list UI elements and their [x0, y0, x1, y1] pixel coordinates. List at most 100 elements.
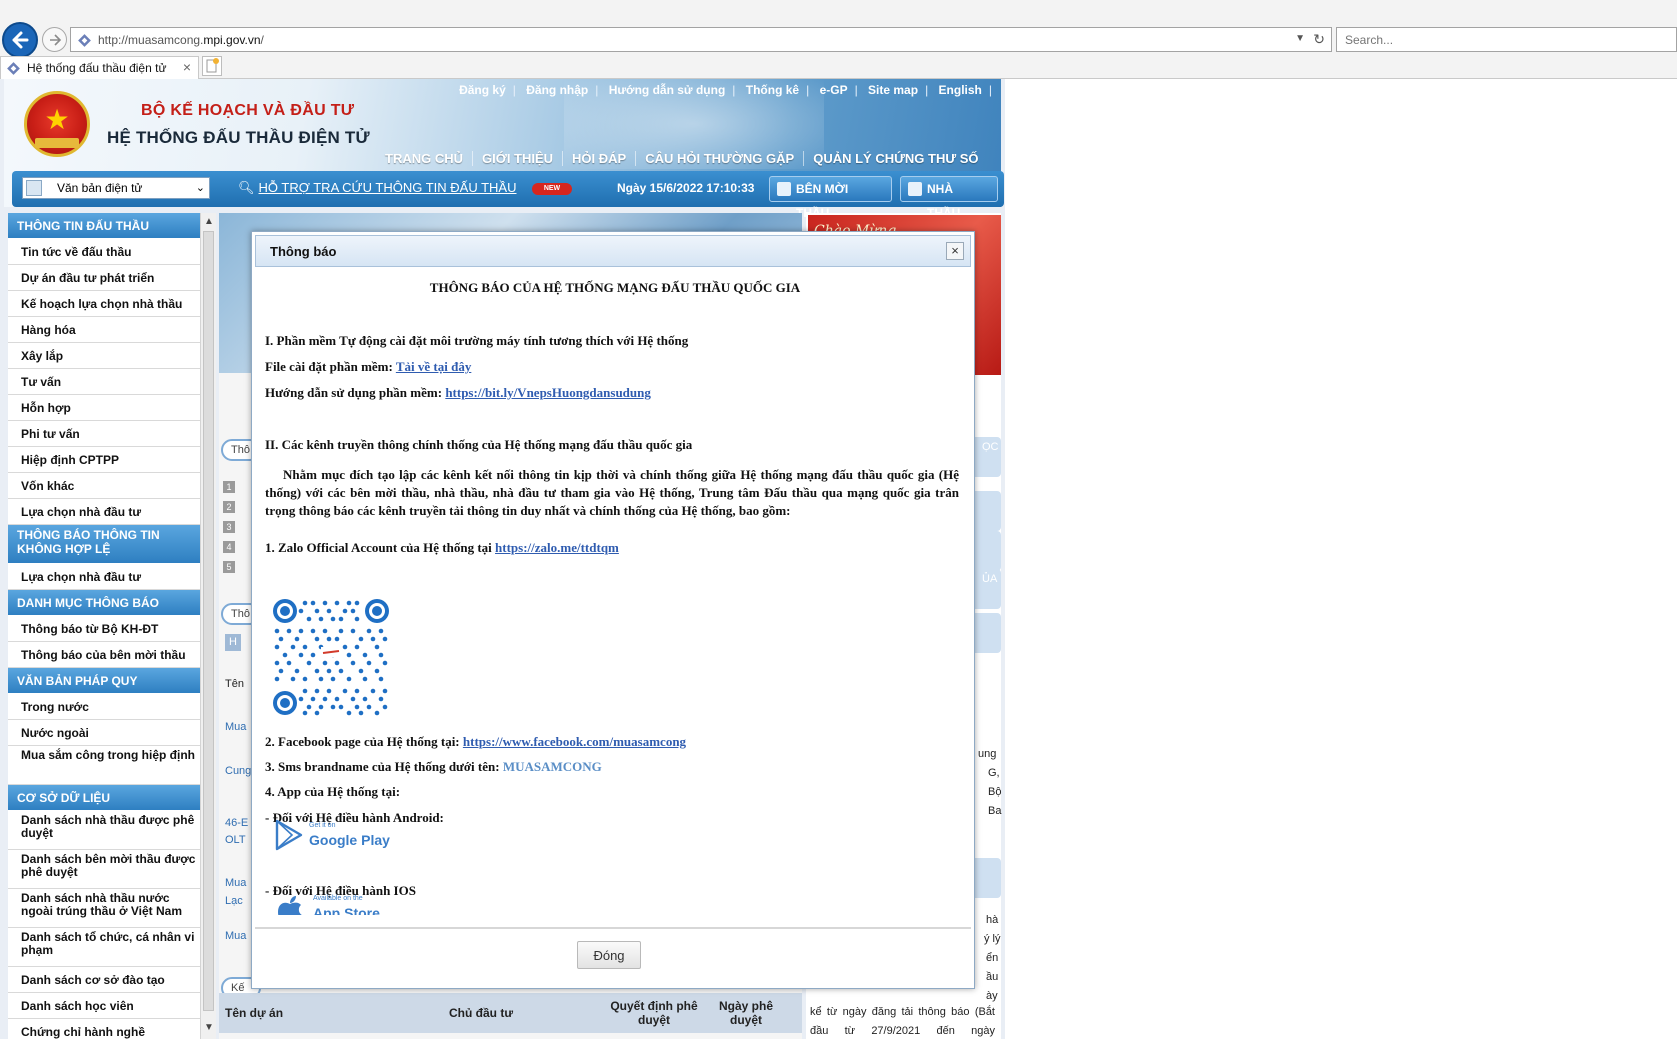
refresh-icon[interactable]: ↻ [1313, 31, 1325, 48]
table-row[interactable]: Mua [225, 875, 246, 892]
table-row[interactable]: 46-E [225, 815, 248, 832]
zalo-label: 1. Zalo Official Account của Hệ thống tạ… [265, 540, 496, 555]
sidebar-item-training-institutions[interactable]: Danh sách cơ sở đào tạo [8, 967, 200, 993]
link-sitemap[interactable]: Site map [868, 83, 918, 97]
sidebar-item-bidding-news[interactable]: Tin tức về đấu thầu [8, 239, 200, 265]
nav-faq[interactable]: CÂU HỎI THƯỜNG GẶP [636, 151, 805, 166]
scrollbar-thumb[interactable] [203, 231, 214, 1011]
right-text: ầu [986, 971, 999, 983]
section-1-title: I. Phần mềm Tự động cài đặt môi trường m… [265, 333, 689, 348]
new-tab-icon [206, 58, 219, 73]
support-lookup-label: HỖ TRỢ TRA CỨU THÔNG TIN ĐẤU THẦU [258, 180, 517, 195]
sidebar-item-contractor-selection-plan[interactable]: Kế hoạch lựa chọn nhà thầu [8, 291, 200, 317]
sms-label: 3. Sms brandname của Hệ thống dưới tên: [265, 759, 503, 774]
search-box[interactable] [1336, 27, 1677, 52]
sidebar-item-investor-selection-invalid[interactable]: Lựa chọn nhà đầu tư [8, 564, 200, 590]
google-play-badge[interactable]: Get it on Google Play [275, 819, 390, 855]
table-row[interactable]: Mua [225, 928, 246, 945]
sidebar-heading-bidding-info[interactable]: THÔNG TIN ĐẤU THẦU [8, 213, 200, 238]
sidebar-heading-database[interactable]: CƠ SỞ DỮ LIỆU [8, 785, 200, 810]
facebook-link[interactable]: https://www.facebook.com/muasamcong [463, 734, 686, 749]
sidebar-item-certificates[interactable]: Chứng chỉ hành nghề [8, 1019, 200, 1039]
col-project-name: Tên dự án [225, 1006, 284, 1020]
handshake-icon [908, 182, 922, 196]
forward-button[interactable] [42, 27, 67, 52]
nav-qa[interactable]: HỎI ĐÁP [563, 151, 637, 166]
sidebar-item-domestic[interactable]: Trong nước [8, 694, 200, 720]
sidebar-item-approved-procuring-entities[interactable]: Danh sách bên mời thầu được phê duyệt [8, 850, 200, 889]
sidebar-item-goods[interactable]: Hàng hóa [8, 317, 200, 343]
sidebar-item-mixed[interactable]: Hỗn hợp [8, 395, 200, 421]
table-row[interactable]: Lạc [225, 893, 243, 910]
close-tab-icon[interactable]: × [183, 59, 191, 75]
chevron-down-icon[interactable]: ▼ [204, 1022, 214, 1033]
sidebar: THÔNG TIN ĐẤU THẦU Tin tức về đấu thầu D… [8, 213, 200, 1039]
table-row[interactable]: Mua [225, 719, 246, 736]
guide-line: Hướng dẫn sử dụng phần mềm: https://bit.… [265, 385, 651, 401]
link-register[interactable]: Đăng ký [459, 83, 506, 97]
sidebar-item-trainees[interactable]: Danh sách học viên [8, 993, 200, 1019]
google-play-caption: Get it on [309, 822, 336, 829]
sidebar-item-non-consulting[interactable]: Phi tư vấn [8, 421, 200, 447]
sidebar-item-investment-projects[interactable]: Dự án đầu tư phát triển [8, 265, 200, 291]
search-input[interactable] [1337, 28, 1676, 51]
sidebar-scrollbar[interactable]: ▲ ▼ [200, 213, 216, 1039]
col-approval-date: Ngày phê duyệt [718, 999, 773, 1027]
link-user-guide[interactable]: Hướng dẫn sử dụng [609, 83, 726, 97]
google-play-label: Google Play [309, 832, 390, 848]
sidebar-item-foreign-contractors[interactable]: Danh sách nhà thầu nước ngoài trúng thầu… [8, 889, 200, 928]
address-bar[interactable]: http://muasamcong.mpi.gov.vn/ ▼ ↻ [70, 27, 1332, 52]
new-tab-button[interactable] [202, 56, 222, 76]
app-store-badge[interactable]: Available on the App Store [275, 894, 380, 915]
nav-certificates[interactable]: QUẢN LÝ CHỨNG THƯ SỐ [804, 151, 987, 166]
sidebar-item-violations[interactable]: Danh sách tổ chức, cá nhân vi phạm [8, 928, 200, 967]
sidebar-heading-legal-docs[interactable]: VĂN BẢN PHÁP QUY [8, 668, 200, 693]
download-link[interactable]: Tải về tại đây [396, 359, 471, 374]
table-row[interactable]: OLT [225, 832, 246, 849]
chevron-up-icon[interactable]: ▲ [204, 216, 214, 227]
close-icon[interactable]: × [946, 242, 964, 260]
sidebar-item-cptpp[interactable]: Hiệp định CPTPP [8, 447, 200, 473]
support-lookup-link[interactable]: 🔍︎ HỖ TRỢ TRA CỨU THÔNG TIN ĐẤU THẦU [238, 180, 516, 196]
document-select[interactable]: Văn bản điện tử ⌄ [22, 177, 210, 199]
site-favicon-icon [78, 34, 91, 47]
current-datetime: Ngày 15/6/2022 17:10:33 [617, 181, 755, 195]
sidebar-item-public-procurement-agreements[interactable]: Mua sắm công trong hiệp định [8, 746, 200, 785]
link-english[interactable]: English [939, 83, 982, 97]
sms-brandname: MUASAMCONG [502, 759, 602, 774]
nav-home[interactable]: TRANG CHỦ [376, 151, 473, 166]
contractor-button[interactable]: NHÀ THẦU [900, 176, 998, 220]
sidebar-heading-invalid-info[interactable]: THÔNG BÁO THÔNG TIN KHÔNG HỢP LỆ [8, 525, 200, 563]
close-button[interactable]: Đóng [577, 941, 641, 969]
sidebar-item-construction[interactable]: Xây lắp [8, 343, 200, 369]
sidebar-item-other-capital[interactable]: Vốn khác [8, 473, 200, 499]
back-button[interactable] [2, 22, 38, 58]
link-statistics[interactable]: Thống kê [746, 83, 799, 97]
separator: | [854, 83, 858, 97]
file-download-line: File cài đặt phần mềm: Tải về tại đây [265, 359, 471, 375]
chevron-down-icon[interactable]: ▼ [1295, 33, 1305, 44]
arrow-right-icon [49, 33, 61, 46]
procuring-entity-button[interactable]: BÊN MỜI THẦU [769, 176, 892, 220]
app-title: 4. App của Hệ thống tại: [265, 784, 401, 799]
sidebar-item-ministry-notices[interactable]: Thông báo từ Bộ KH-ĐT [8, 616, 200, 642]
sidebar-item-consulting[interactable]: Tư vấn [8, 369, 200, 395]
sidebar-item-investor-selection[interactable]: Lựa chọn nhà đầu tư [8, 499, 200, 525]
sidebar-item-procuring-notices[interactable]: Thông báo của bên mời thầu [8, 642, 200, 668]
sidebar-item-approved-contractors[interactable]: Danh sách nhà thầu được phê duyệt [8, 811, 200, 850]
app-store-caption: Available on the [313, 895, 363, 902]
sidebar-item-foreign[interactable]: Nước ngoài [8, 720, 200, 746]
separator: | [988, 83, 992, 97]
zalo-link[interactable]: https://zalo.me/ttdtqm [495, 540, 619, 555]
table-row[interactable]: Cung [225, 763, 251, 780]
sidebar-heading-notices[interactable]: DANH MỤC THÔNG BÁO [8, 590, 200, 615]
main-nav: TRANG CHỦ GIỚI THIỆU HỎI ĐÁP CÂU HỎI THƯỜNG… [376, 151, 988, 166]
link-egp[interactable]: e-GP [820, 83, 848, 97]
browser-tab[interactable]: Hệ thống đấu thầu điện tử × [0, 56, 199, 79]
link-login[interactable]: Đăng nhập [526, 83, 588, 97]
guide-link[interactable]: https://bit.ly/VnepsHuongdansudung [445, 385, 651, 400]
nav-about[interactable]: GIỚI THIỆU [473, 151, 564, 166]
chevron-down-icon: ⌄ [195, 182, 205, 194]
top-links: Đăng ký | Đăng nhập | Hướng dẫn sử dụng | T… [459, 83, 999, 97]
document-icon [26, 180, 42, 196]
